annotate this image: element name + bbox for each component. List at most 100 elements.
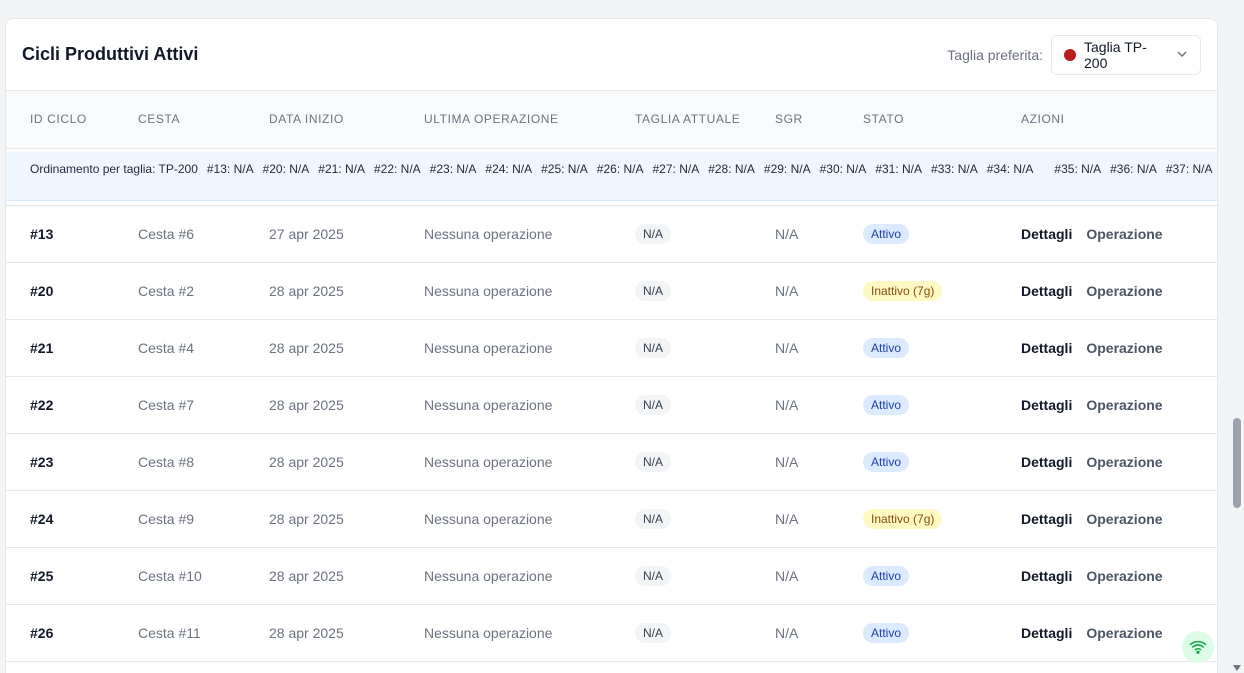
cycle-id: #22 — [30, 396, 54, 413]
sgr: N/A — [775, 510, 799, 527]
actions-cell: Dettagli Operazione — [997, 205, 1217, 262]
start-date: 27 apr 2025 — [269, 225, 344, 242]
last-operation: Nessuna operazione — [424, 282, 553, 299]
sgr: N/A — [775, 624, 799, 641]
basket: Cesta #10 — [138, 567, 202, 584]
start-date: 28 apr 2025 — [269, 567, 344, 584]
current-size-badge: N/A — [635, 508, 672, 529]
column-header: SGR — [775, 112, 803, 127]
table-row: #22 Cesta #7 28 apr 2025 Nessuna operazione… — [6, 376, 1217, 433]
status-cell: Attivo — [839, 433, 997, 490]
sort-bar-entry: #21: N/A — [318, 162, 365, 176]
basket: Cesta #6 — [138, 225, 195, 242]
cycle-id: #20 — [30, 282, 54, 299]
operation-link[interactable]: Operazione — [1086, 283, 1162, 299]
details-link[interactable]: Dettagli — [1021, 397, 1072, 413]
details-link[interactable]: Dettagli — [1021, 340, 1072, 356]
preferred-size-label: Taglia preferita: — [947, 46, 1043, 63]
sort-bar-entry: #13: N/A — [206, 162, 254, 176]
cycles-table: ID CICLO CESTA DATA INIZIO ULTIMA OPERAZION… — [6, 91, 1217, 662]
cycle-id: #21 — [30, 339, 54, 356]
sort-bar-entry: #20: N/A — [262, 162, 310, 176]
scrollbar-thumb[interactable] — [1233, 418, 1241, 508]
actions-cell: Dettagli Operazione — [997, 319, 1217, 376]
status-cell: Inattivo (7g) — [839, 262, 997, 319]
current-size-badge: N/A — [635, 280, 672, 301]
sort-bar-entry: #24: N/A — [485, 162, 533, 176]
column-header: ULTIMA OPERAZIONE — [424, 112, 559, 127]
status-badge: Attivo — [863, 223, 910, 244]
operation-link[interactable]: Operazione — [1086, 397, 1162, 413]
start-date: 28 apr 2025 — [269, 624, 344, 641]
start-date: 28 apr 2025 — [269, 510, 344, 527]
wifi-icon[interactable] — [1182, 631, 1214, 663]
start-date: 28 apr 2025 — [269, 453, 344, 470]
start-date: 28 apr 2025 — [269, 282, 344, 299]
sgr: N/A — [775, 225, 799, 242]
table-row: #21 Cesta #4 28 apr 2025 Nessuna operazione… — [6, 319, 1217, 376]
column-header: AZIONI — [1021, 112, 1065, 127]
basket: Cesta #9 — [138, 510, 195, 527]
start-date: 28 apr 2025 — [269, 339, 344, 356]
details-link[interactable]: Dettagli — [1021, 454, 1072, 470]
sort-bar-entry: #33: N/A — [931, 162, 978, 176]
sort-bar-entry: #29: N/A — [763, 162, 811, 176]
sort-bar-entry: #22: N/A — [373, 162, 421, 176]
sort-bar-entry: #30: N/A — [819, 162, 867, 176]
preferred-size: Taglia preferita: Taglia TP-200 — [947, 34, 1201, 75]
sort-by-size-bar: Ordinamento per taglia: TP-200 #13: N/A #2… — [6, 152, 1217, 201]
card-title: Cicli Produttivi Attivi — [22, 44, 199, 64]
operation-link[interactable]: Operazione — [1086, 568, 1162, 584]
actions-cell: Dettagli Operazione — [997, 262, 1217, 319]
basket: Cesta #8 — [138, 453, 195, 470]
basket: Cesta #11 — [138, 624, 201, 641]
current-size-cell: N/A — [611, 205, 751, 262]
current-size-cell: N/A — [611, 490, 751, 547]
scroll-down-arrow-icon[interactable] — [1233, 665, 1241, 671]
status-cell: Attivo — [839, 376, 997, 433]
page-scrollbar[interactable] — [1230, 0, 1244, 673]
last-operation: Nessuna operazione — [424, 339, 553, 356]
current-size-cell: N/A — [611, 433, 751, 490]
column-header: ID CICLO — [30, 112, 87, 127]
operation-link[interactable]: Operazione — [1086, 226, 1162, 242]
details-link[interactable]: Dettagli — [1021, 511, 1072, 527]
details-link[interactable]: Dettagli — [1021, 625, 1072, 641]
table-row: #13 Cesta #6 27 apr 2025 Nessuna operazione… — [6, 205, 1217, 262]
status-cell: Attivo — [839, 547, 997, 604]
current-size-cell: N/A — [611, 604, 751, 661]
status-cell: Inattivo (7g) — [839, 490, 997, 547]
status-badge: Attivo — [863, 451, 910, 472]
details-link[interactable]: Dettagli — [1021, 226, 1072, 242]
status-badge: Attivo — [863, 394, 910, 415]
actions-cell: Dettagli Operazione — [997, 490, 1217, 547]
last-operation: Nessuna operazione — [424, 567, 553, 584]
current-size-badge: N/A — [635, 223, 672, 244]
operation-link[interactable]: Operazione — [1086, 625, 1162, 641]
column-header: STATO — [863, 112, 905, 127]
table-row: #24 Cesta #9 28 apr 2025 Nessuna operazione… — [6, 490, 1217, 547]
current-size-cell: N/A — [611, 547, 751, 604]
current-size-badge: N/A — [635, 451, 672, 472]
table-row: #25 Cesta #10 28 apr 2025 Nessuna operazion… — [6, 547, 1217, 604]
sgr: N/A — [775, 567, 799, 584]
operation-link[interactable]: Operazione — [1086, 511, 1162, 527]
current-size-badge: N/A — [635, 565, 672, 586]
status-badge: Inattivo (7g) — [863, 280, 943, 301]
table-row: #20 Cesta #2 28 apr 2025 Nessuna operazione… — [6, 262, 1217, 319]
operation-link[interactable]: Operazione — [1086, 340, 1162, 356]
preferred-size-select[interactable]: Taglia TP-200 — [1051, 34, 1201, 75]
operation-link[interactable]: Operazione — [1086, 454, 1162, 470]
status-badge: Inattivo (7g) — [863, 508, 943, 529]
card-header: Cicli Produttivi Attivi Taglia preferita… — [6, 19, 1217, 91]
details-link[interactable]: Dettagli — [1021, 283, 1072, 299]
last-operation: Nessuna operazione — [424, 624, 553, 641]
table-row: #23 Cesta #8 28 apr 2025 Nessuna operazione… — [6, 433, 1217, 490]
cycle-id: #25 — [30, 567, 54, 584]
last-operation: Nessuna operazione — [424, 510, 553, 527]
details-link[interactable]: Dettagli — [1021, 568, 1072, 584]
chevron-down-icon — [1176, 47, 1188, 63]
size-color-dot — [1064, 48, 1076, 61]
column-header: TAGLIA ATTUALE — [635, 112, 741, 127]
basket: Cesta #7 — [138, 396, 195, 413]
